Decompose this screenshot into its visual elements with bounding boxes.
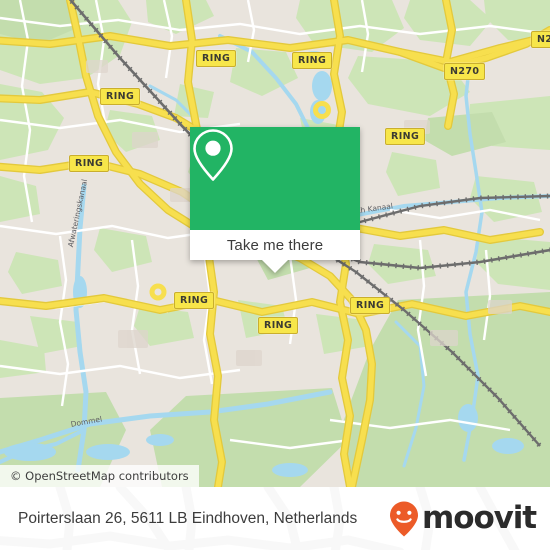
road-shield-ring: RING: [174, 292, 215, 309]
callout-tail: [262, 260, 288, 273]
osm-attribution-label: © OpenStreetMap contributors: [10, 469, 189, 483]
road-shield-ring: RING: [100, 88, 141, 105]
address-label: Poirterslaan 26, 5611 LB Eindhoven, Neth…: [18, 509, 358, 527]
location-callout-card[interactable]: Take me there: [190, 127, 360, 273]
map-pin-icon: [193, 129, 233, 181]
osm-attribution[interactable]: © OpenStreetMap contributors: [0, 465, 199, 487]
road-shield-ring: RING: [292, 52, 333, 69]
take-me-there-label: Take me there: [226, 236, 324, 254]
road-shield-n270: N270: [531, 31, 550, 48]
moovit-wordmark: moovit: [422, 500, 537, 536]
footer-bar: Poirterslaan 26, 5611 LB Eindhoven, Neth…: [0, 487, 550, 550]
road-shield-n270: N270: [444, 63, 486, 80]
road-shield-ring: RING: [385, 128, 426, 145]
moovit-logo[interactable]: moovit: [388, 500, 537, 538]
road-shield-ring: RING: [258, 317, 299, 334]
road-shield-ring: RING: [350, 297, 391, 314]
map-canvas[interactable]: Afwateringskanaal Dommel sch Kanaal RING…: [0, 0, 550, 487]
take-me-there-button[interactable]: Take me there: [190, 230, 360, 260]
callout-pin-panel: [190, 127, 360, 230]
road-shield-ring: RING: [196, 50, 237, 67]
road-shield-ring: RING: [69, 155, 110, 172]
moovit-map-screenshot: Afwateringskanaal Dommel sch Kanaal RING…: [0, 0, 550, 550]
moovit-smiley-pin-icon: [390, 501, 419, 536]
